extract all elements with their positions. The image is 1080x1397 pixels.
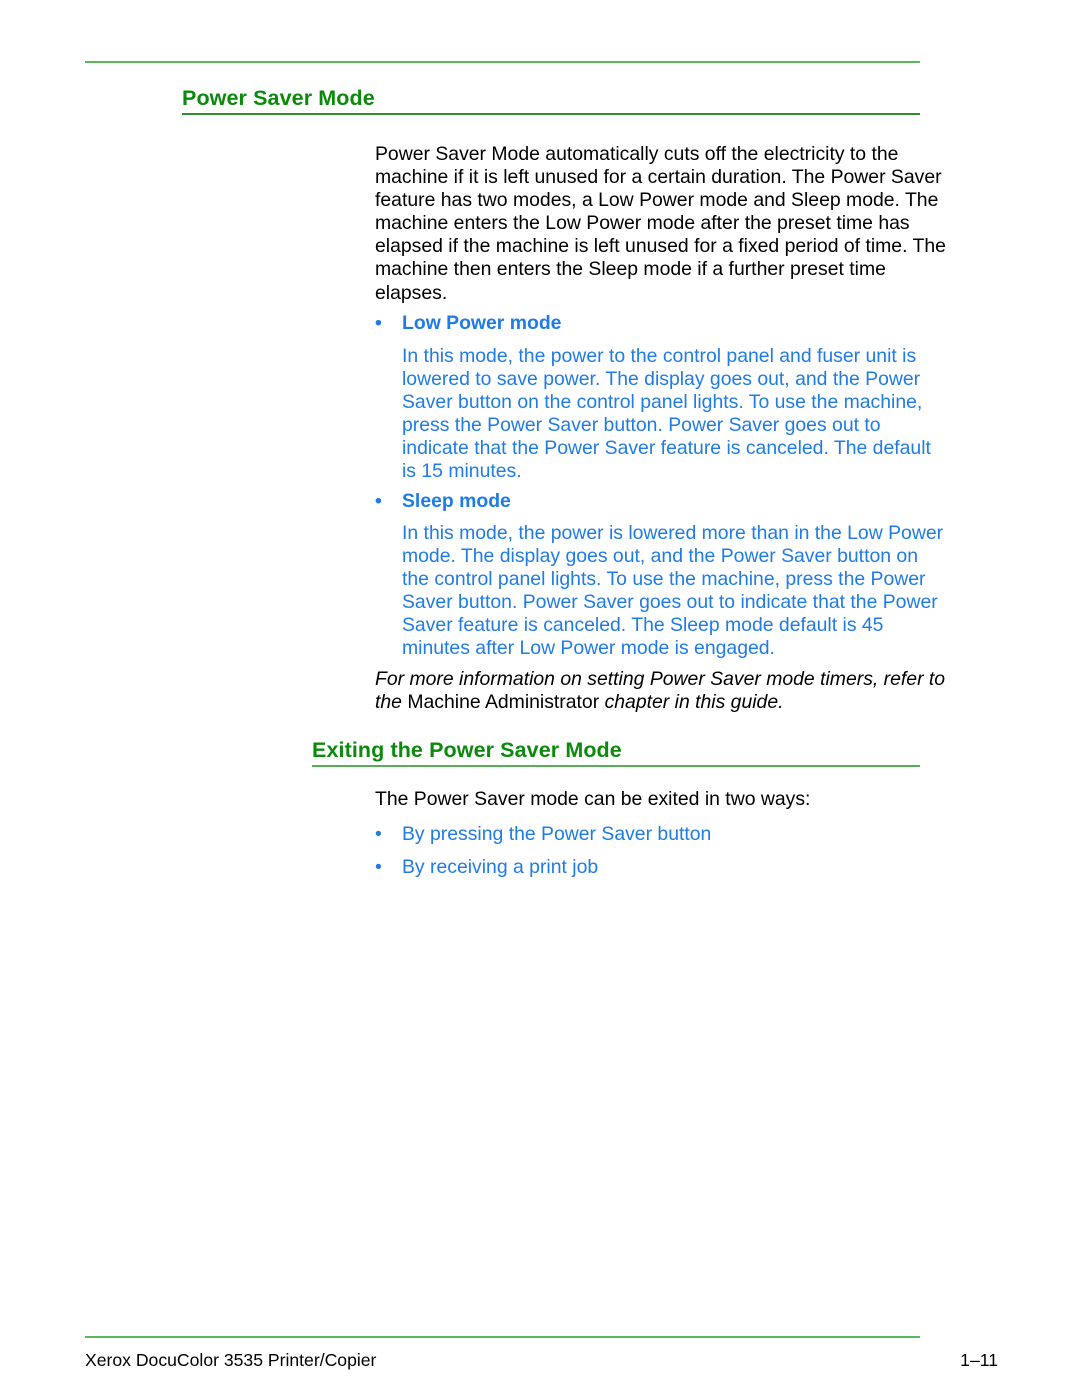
cross-reference-note: For more information on setting Power Sa… (375, 668, 955, 714)
section-title-rule (312, 765, 920, 767)
low-power-mode-description: In this mode, the power to the control p… (402, 345, 950, 484)
bullet-heading-sleep-mode: • Sleep mode (375, 490, 945, 513)
footer-rule (85, 1336, 920, 1338)
sleep-mode-text: In this mode, the power is lowered more … (402, 522, 944, 660)
bullet-heading-label: Sleep mode (402, 490, 511, 512)
bullet-heading-low-power-mode: • Low Power mode (375, 312, 945, 335)
list-item-label: By receiving a print job (402, 856, 599, 879)
list-item: • By receiving a print job (375, 856, 945, 879)
header-rule (85, 61, 920, 63)
sleep-mode-description: In this mode, the power is lowered more … (402, 522, 950, 661)
section-title-exiting-power-saver-mode: Exiting the Power Saver Mode (312, 738, 622, 762)
exiting-intro-text: The Power Saver mode can be exited in tw… (375, 788, 811, 810)
exiting-methods-list: • By pressing the Power Saver button • By … (375, 823, 945, 889)
exiting-intro-paragraph: The Power Saver mode can be exited in tw… (375, 788, 935, 811)
note-text-part-two: chapter in this guide. (599, 691, 784, 714)
list-item: • By pressing the Power Saver button (375, 823, 945, 846)
list-item-label: By pressing the Power Saver button (402, 823, 712, 845)
bullet-dot-icon: • (375, 823, 382, 845)
footer-page-number: 1–11 (960, 1350, 998, 1370)
bullet-dot-icon: • (375, 856, 382, 879)
bullet-dot-icon: • (375, 312, 382, 334)
bullet-heading-label: Low Power mode (402, 312, 562, 334)
footer-product-name: Xerox DocuColor 3535 Printer/Copier (85, 1350, 377, 1370)
page-title-rule (182, 113, 920, 115)
note-chapter-name: Machine Administrator (407, 691, 600, 714)
bullet-dot-icon: • (375, 490, 382, 512)
document-page: Power Saver Mode Power Saver Mode automa… (0, 0, 1080, 1397)
low-power-mode-text: In this mode, the power to the control p… (402, 345, 931, 483)
power-saver-intro-text: Power Saver Mode automatically cuts off … (375, 143, 946, 304)
page-title: Power Saver Mode (182, 86, 375, 110)
power-saver-intro-paragraph: Power Saver Mode automatically cuts off … (375, 143, 950, 305)
